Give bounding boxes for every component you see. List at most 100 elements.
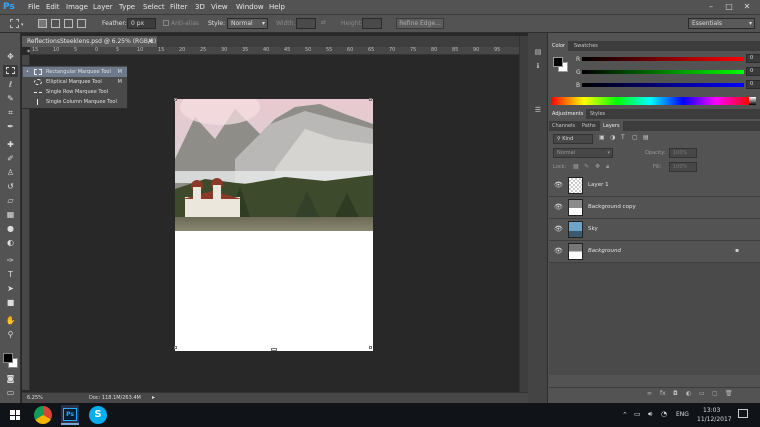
brush-tool-icon[interactable]: ✐ [3,153,18,165]
transform-handle[interactable] [271,348,277,351]
transform-handle[interactable] [369,346,372,349]
blue-value[interactable]: 0 [746,80,760,89]
chrome-icon[interactable] [34,406,52,424]
zoom-tool-icon[interactable]: ⚲ [3,329,18,341]
lasso-tool-icon[interactable]: ℓ [3,79,18,91]
filter-adjustment-icon[interactable]: ◑ [610,134,615,141]
tab-layers[interactable]: Layers [600,121,623,131]
menu-type[interactable]: Type [119,3,135,11]
minimize-button[interactable]: – [704,2,718,12]
layer-name[interactable]: Layer 1 [588,182,609,188]
gradient-tool-icon[interactable]: ▦ [3,209,18,221]
dodge-tool-icon[interactable]: ◐ [3,237,18,249]
layer-filter-select[interactable]: ⚲ Kind [553,134,593,144]
blur-tool-icon[interactable]: ● [3,223,18,235]
swap-icon[interactable]: ⇄ [321,19,326,26]
notifications-icon[interactable] [738,409,748,418]
eyedropper-tool-icon[interactable]: ✒ [3,121,18,133]
filter-smart-icon[interactable]: ▤ [643,134,649,141]
layer-name[interactable]: Background copy [588,204,636,210]
type-tool-icon[interactable]: T [3,269,18,281]
menu-edit[interactable]: Edit [46,3,60,11]
close-tab-icon[interactable]: ✕ [148,36,153,47]
lock-transparent-icon[interactable]: ▦ [573,163,579,170]
path-select-tool-icon[interactable]: ➤ [3,283,18,295]
document-canvas[interactable] [175,99,373,351]
menu-filter[interactable]: Filter [170,3,187,11]
transform-handle[interactable] [369,98,372,101]
rect-marquee-tool-icon[interactable] [3,65,18,77]
height-input[interactable] [362,18,382,29]
tab-swatches[interactable]: Swatches [571,41,601,51]
lock-position-icon[interactable]: ✥ [595,163,600,170]
document-tab[interactable]: ReflectionsSteeklens.psd @ 6.25% (RGB/8)… [22,36,157,56]
rect-marquee-preset-icon[interactable] [10,19,19,28]
vertical-scrollbar[interactable] [519,36,528,392]
add-mask-icon[interactable]: ◘ [673,390,678,397]
crop-tool-icon[interactable]: ⌗ [3,107,18,119]
clock-time[interactable]: 13:03 [703,407,720,414]
single-row-marquee-option[interactable]: Single Row Marquee Tool [23,87,127,97]
filter-type-icon[interactable]: T [621,134,625,141]
move-tool-icon[interactable]: ✥ [3,51,18,63]
width-input[interactable] [296,18,316,29]
visibility-eye-icon[interactable]: 👁︎ [554,247,563,256]
foreground-color-swatch-top[interactable] [3,353,13,363]
volume-icon[interactable]: 🔊︎ [648,410,652,419]
menu-file[interactable]: File [28,3,40,11]
menu-image[interactable]: Image [66,3,88,11]
layer-row[interactable]: 👁︎ Layer 1 [549,175,760,197]
tab-styles[interactable]: Styles [587,109,608,119]
feather-input[interactable]: 0 px [127,18,156,29]
new-layer-icon[interactable]: ▢ [712,390,718,397]
status-arrow-icon[interactable]: ▸ [152,394,155,401]
photoshop-taskbar-item[interactable]: Ps [61,405,79,425]
new-selection-icon[interactable] [38,19,47,28]
adjustment-layer-icon[interactable]: ◐ [686,390,691,397]
layer-row[interactable]: 👁︎ Background copy [549,197,760,219]
workspace-select[interactable]: Essentials ▾ [688,18,755,29]
skype-icon[interactable]: S [89,406,107,424]
bw-ramp[interactable] [749,97,756,105]
visibility-eye-icon[interactable]: 👁︎ [554,181,563,190]
ellipse-marquee-option[interactable]: Elliptical Marquee Tool M [23,77,127,87]
visibility-eye-icon[interactable]: 👁︎ [554,203,563,212]
transform-handle[interactable] [174,98,177,101]
history-brush-tool-icon[interactable]: ↺ [3,181,18,193]
quick-mask-icon[interactable]: ◙ [3,373,18,385]
close-button[interactable]: ✕ [740,2,754,12]
fx-icon[interactable]: fx [660,390,666,397]
hand-tool-icon[interactable]: ✋ [3,315,18,327]
style-select[interactable]: Normal ▾ [227,18,268,29]
tab-paths[interactable]: Paths [579,121,599,131]
eraser-tool-icon[interactable]: ▱ [3,195,18,207]
lock-all-icon[interactable]: 🔒︎ [606,163,609,171]
zoom-readout[interactable]: 6.25% [27,395,43,401]
antialias-checkbox[interactable] [163,20,169,26]
menu-select[interactable]: Select [143,3,165,11]
rect-marquee-option[interactable]: • Rectangular Marquee Tool M [23,67,127,77]
language-indicator[interactable]: ENG [676,411,689,418]
network-icon[interactable]: ▭ [634,410,641,418]
tab-color[interactable]: Color [549,41,569,51]
transform-handle[interactable] [174,346,177,349]
chevron-down-icon[interactable]: ▾ [21,22,24,28]
history-icon[interactable]: ▤ [532,47,544,57]
filter-pixel-icon[interactable]: ▣ [599,134,605,141]
lock-pixels-icon[interactable]: ✎ [584,163,589,170]
intersect-selection-icon[interactable] [77,19,86,28]
menu-help[interactable]: Help [269,3,285,11]
trash-icon[interactable]: 🗑︎ [725,390,733,397]
adjust-panel-icon[interactable]: ☰ [532,105,544,115]
color-spectrum-ramp[interactable] [551,97,749,105]
fill-input[interactable]: 100% [669,162,697,172]
link-layers-icon[interactable]: ∞ [647,390,652,397]
group-folder-icon[interactable]: ▭ [699,390,705,397]
blue-slider[interactable] [582,83,744,87]
menu-layer[interactable]: Layer [93,3,113,11]
tray-chevron-icon[interactable]: ⌃ [622,411,628,419]
tab-adjustments[interactable]: Adjustments [549,109,587,119]
add-selection-icon[interactable] [51,19,60,28]
clone-stamp-tool-icon[interactable]: ♙ [3,167,18,179]
layer-row[interactable]: 👁︎ Background ▪ [549,241,760,263]
